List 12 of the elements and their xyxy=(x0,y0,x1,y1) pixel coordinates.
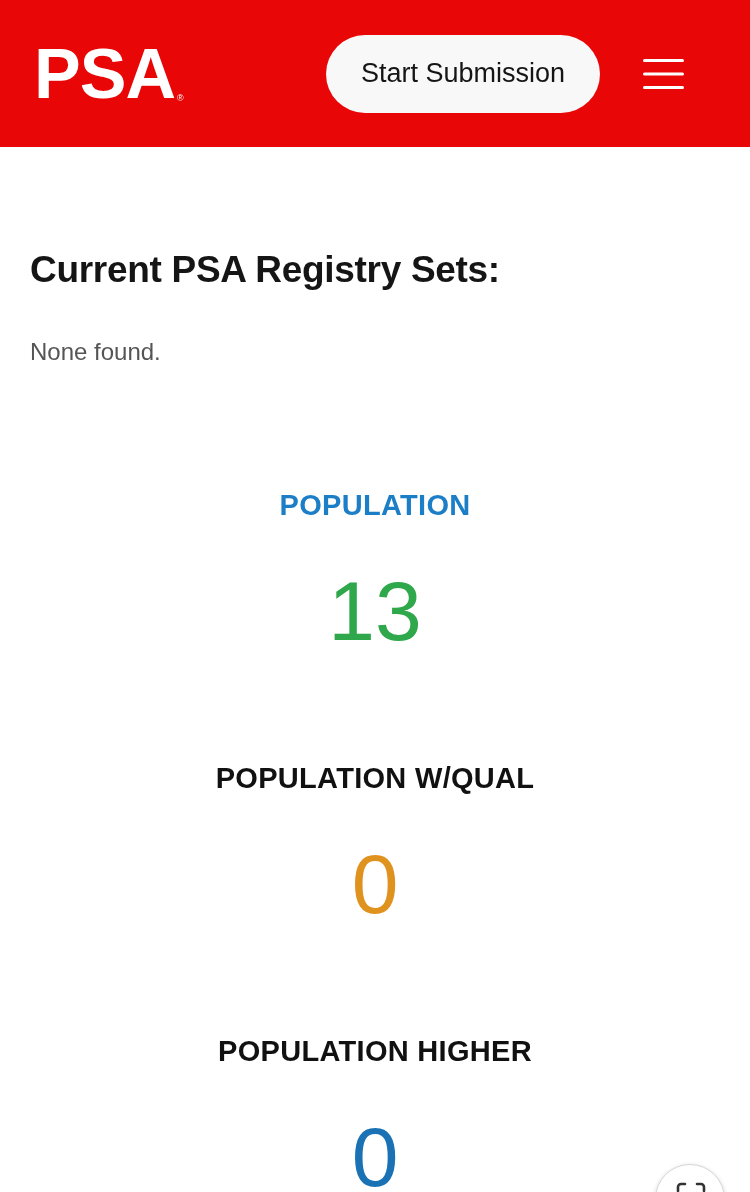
logo-text[interactable]: PSA xyxy=(34,38,175,109)
stat-value: 13 xyxy=(328,569,422,654)
menu-icon[interactable] xyxy=(643,58,684,89)
start-submission-button[interactable]: Start Submission xyxy=(326,34,600,113)
registered-mark: ® xyxy=(176,93,184,103)
stat-label: POPULATION W/QUAL xyxy=(215,761,535,797)
stat-value: 0 xyxy=(351,842,399,927)
section-heading: Current PSA Registry Sets: xyxy=(30,248,501,292)
stat-value: 0 xyxy=(351,1115,399,1192)
stat-label: POPULATION HIGHER xyxy=(218,1034,532,1070)
empty-message: None found. xyxy=(30,338,162,368)
stat-label-link[interactable]: POPULATION xyxy=(279,487,471,524)
